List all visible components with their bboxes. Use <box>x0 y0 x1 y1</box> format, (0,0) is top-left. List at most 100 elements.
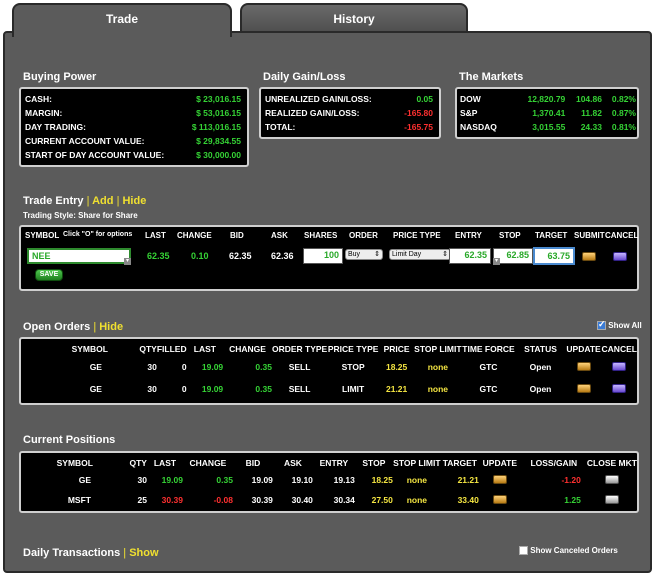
cell-status: Open <box>529 384 552 394</box>
header-submit: SUBMIT <box>574 231 605 240</box>
open-orders-header-row: SYMBOL QTY FILLED LAST CHANGE ORDER TYPE… <box>21 342 637 356</box>
buying-power-title: Buying Power <box>23 71 97 83</box>
current-account-label: CURRENT ACCOUNT VALUE: <box>25 136 145 146</box>
separator: | <box>86 195 90 207</box>
table-row: GE 30 0 19.09 0.35 SELL LIMIT 21.21 none… <box>21 378 637 400</box>
col-entry: ENTRY <box>319 458 349 468</box>
header-entry: ENTRY <box>455 231 482 240</box>
cell-stop-limit: none <box>406 475 428 485</box>
market-row-nasdaq: NASDAQ 3,015.55 24.33 0.81% <box>460 120 636 134</box>
submit-button[interactable] <box>582 252 596 261</box>
market-row-sp: S&P 1,370.41 11.82 0.87% <box>460 106 636 120</box>
cell-status: Open <box>529 362 552 372</box>
realized-label: REALIZED GAIN/LOSS: <box>265 108 360 118</box>
show-all-checkbox[interactable] <box>597 319 606 331</box>
cell-loss-gain: 1.25 <box>564 495 581 505</box>
close-market-button[interactable] <box>604 494 619 504</box>
update-button[interactable] <box>492 494 507 504</box>
target-input[interactable]: 63.75 <box>533 247 575 265</box>
total-label: TOTAL: <box>265 122 296 132</box>
cell-price: 21.21 <box>385 384 408 394</box>
daily-transactions-title: Daily Transactions <box>23 547 121 559</box>
open-orders-hide-link[interactable]: Hide <box>99 321 123 333</box>
realized-value: -165.80 <box>404 108 433 118</box>
cell-change: 0.35 <box>216 475 233 485</box>
cell-symbol: GE <box>78 475 91 485</box>
update-button[interactable] <box>576 383 591 393</box>
col-status: STATUS <box>524 344 557 354</box>
market-name: S&P <box>460 108 478 118</box>
entry-input[interactable]: 62.35 <box>449 248 491 264</box>
order-select[interactable]: Buy ⇕ <box>345 249 383 260</box>
price-type-select[interactable]: Limit Day ⇕ <box>389 249 451 260</box>
cell-price: 18.25 <box>385 362 408 372</box>
header-last: LAST <box>145 231 166 240</box>
total-value: -165.75 <box>404 122 433 132</box>
market-pct: 0.87% <box>611 108 636 118</box>
col-bid: BID <box>245 458 261 468</box>
show-canceled-checkbox[interactable] <box>519 546 528 556</box>
cell-stop-limit: none <box>427 362 449 372</box>
update-button[interactable] <box>492 474 507 484</box>
markets-box: DOW 12,820.79 104.86 0.82% S&P 1,370.41 … <box>455 87 639 139</box>
daily-transactions-header: Daily Transactions | Show <box>23 547 159 559</box>
positions-title: Current Positions <box>23 434 116 446</box>
market-name: NASDAQ <box>460 122 497 132</box>
dropdown-icon[interactable]: ▾ <box>493 258 500 265</box>
col-target: TARGET <box>442 458 477 468</box>
cell-time-force: GTC <box>479 384 498 394</box>
cell-target: 21.21 <box>457 475 479 485</box>
cell-symbol: GE <box>89 362 102 372</box>
dropdown-icon[interactable]: ▾ <box>124 258 131 265</box>
market-row-dow: DOW 12,820.79 104.86 0.82% <box>460 92 636 106</box>
market-change: 104.86 <box>575 94 602 104</box>
header-stop: STOP <box>499 231 521 240</box>
market-name: DOW <box>460 94 481 104</box>
unrealized-value: 0.05 <box>416 94 433 104</box>
day-trading-value: $ 113,016.15 <box>191 122 241 132</box>
col-symbol: SYMBOL <box>56 458 93 468</box>
update-button[interactable] <box>576 361 591 371</box>
tab-trade[interactable]: Trade <box>12 3 232 37</box>
trade-entry-header: Trade Entry | Add | Hide <box>23 195 146 207</box>
separator: | <box>123 547 127 559</box>
col-qty: QTY <box>129 458 147 468</box>
trade-entry-box: SYMBOL Click "O" for options LAST CHANGE… <box>19 225 639 291</box>
header-shares: SHARES <box>304 231 338 240</box>
day-trading-label: DAY TRADING: <box>25 122 86 132</box>
col-close-mkt: CLOSE MKT <box>586 458 637 468</box>
market-change: 11.82 <box>581 108 602 118</box>
cancel-button[interactable] <box>613 252 627 261</box>
chevron-down-icon: ⇕ <box>374 251 380 258</box>
close-market-button[interactable] <box>604 474 619 484</box>
cancel-order-button[interactable] <box>612 361 627 371</box>
cell-filled: 0 <box>181 362 187 372</box>
cell-ask: 19.10 <box>291 475 313 485</box>
save-button[interactable]: SAVE <box>35 269 63 281</box>
cell-qty: 30 <box>147 362 157 372</box>
entry-bid: 62.35 <box>229 251 252 261</box>
trade-entry-hide-link[interactable]: Hide <box>122 195 146 207</box>
cell-change: -0.08 <box>213 495 233 505</box>
cell-entry: 19.13 <box>333 475 355 485</box>
margin-value: $ 53,016.15 <box>196 108 241 118</box>
cell-stop-limit: none <box>406 495 428 505</box>
start-account-row: START OF DAY ACCOUNT VALUE: $ 30,000.00 <box>25 150 241 160</box>
symbol-input[interactable]: NEE <box>27 248 131 264</box>
col-price-type: PRICE TYPE <box>327 344 379 354</box>
cell-last: 30.39 <box>161 495 183 505</box>
cancel-order-button[interactable] <box>612 383 627 393</box>
col-change: CHANGE <box>229 344 266 354</box>
market-value: 1,370.41 <box>532 108 566 118</box>
col-filled: FILLED <box>156 344 187 354</box>
show-all-label: Show All <box>608 321 642 330</box>
daily-transactions-show-link[interactable]: Show <box>129 547 158 559</box>
cell-time-force: GTC <box>479 362 498 372</box>
trade-entry-add-link[interactable]: Add <box>92 195 113 207</box>
cell-change: 0.35 <box>255 362 272 372</box>
show-all-toggle[interactable]: Show All <box>597 319 642 331</box>
show-canceled-toggle[interactable]: Show Canceled Orders <box>519 546 618 556</box>
shares-input[interactable]: 100 <box>303 248 343 264</box>
margin-row: MARGIN: $ 53,016.15 <box>25 108 241 118</box>
market-value: 3,015.55 <box>532 122 566 132</box>
